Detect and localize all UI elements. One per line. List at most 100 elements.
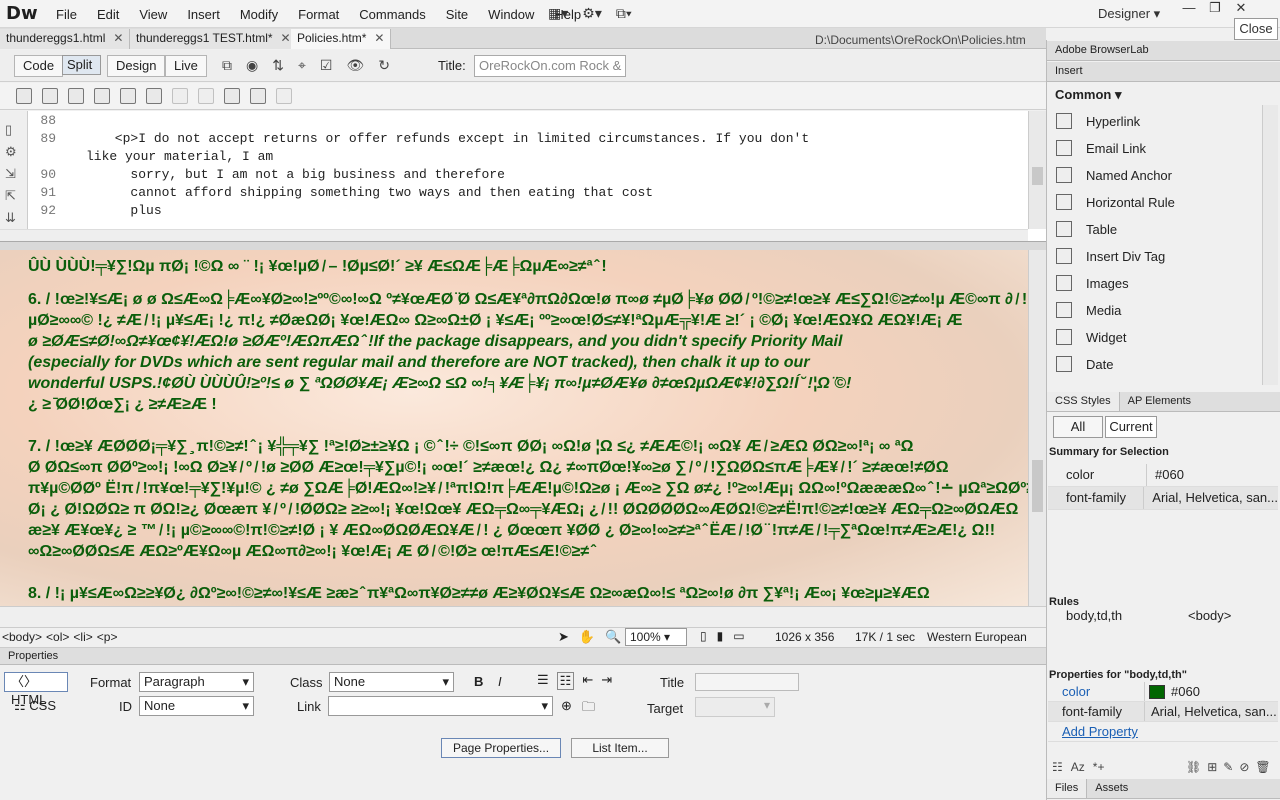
tag-ol[interactable]: <ol> [46,630,69,644]
page-properties-button[interactable]: Page Properties... [441,738,561,758]
assets-tab[interactable]: Assets [1087,779,1136,798]
close-tab-icon[interactable]: ✕ [374,31,384,45]
new-document-icon[interactable] [16,88,32,104]
multiscreen-icon[interactable]: ⧉ [222,57,232,74]
bold-button[interactable]: B [474,674,483,689]
outdent-icon[interactable]: ⇤ [582,672,593,690]
more-tools-icon[interactable]: ⇊ [5,207,27,229]
extensions-icon[interactable]: ⧉▾ [616,5,632,22]
insert-horizontal-rule[interactable]: Horizontal Rule [1056,190,1175,214]
css-mode-button[interactable]: ⚏ CSS [14,698,56,714]
target-select[interactable]: ▾ [695,697,775,717]
id-select[interactable]: None ▾ [139,696,254,716]
open-documents-icon[interactable]: ▯ [5,119,27,141]
menu-insert[interactable]: Insert [177,7,230,22]
italic-button[interactable]: I [498,674,502,689]
delete-icon[interactable]: 🗑 [1255,760,1270,774]
design-view-button[interactable]: Design [107,55,166,77]
mobile-size-icon[interactable]: ▯ [700,629,707,643]
insert-media[interactable]: Media [1056,298,1121,322]
insert-named-anchor[interactable]: Named Anchor [1056,163,1172,187]
code-view-button[interactable]: Code [14,55,64,77]
design-hscrollbar[interactable] [0,606,1046,627]
new-rule-icon[interactable]: ⊞ [1207,760,1217,774]
css-styles-tab[interactable]: CSS Styles [1047,392,1120,411]
insert-scrollbar[interactable] [1262,105,1278,385]
current-mode-button[interactable]: Current [1105,416,1157,438]
collapse-selection-icon[interactable]: ⇲ [5,163,27,185]
close-icon[interactable]: ✕ [1228,0,1254,18]
desktop-size-icon[interactable]: ▭ [733,629,744,643]
category-view-icon[interactable]: ☷ [1052,760,1063,774]
tag-body[interactable]: <body> [2,630,42,644]
menu-view[interactable]: View [129,7,177,22]
insert-images[interactable]: Images [1056,271,1129,295]
menu-commands[interactable]: Commands [349,7,435,22]
collapse-tag-icon[interactable]: ⚙ [5,141,27,163]
insert-date[interactable]: Date [1056,352,1113,376]
split-view-button[interactable]: Split [62,55,102,75]
code-scrollbar[interactable] [1028,111,1046,229]
tab-policies[interactable]: Policies.htm* ✕ [291,29,392,49]
indent-icon[interactable]: ⇥ [601,672,612,690]
insert-category-select[interactable]: Common ▾ [1055,87,1121,103]
link-input[interactable]: ▾ [328,696,553,716]
menu-site[interactable]: Site [436,7,478,22]
color-swatch[interactable] [1149,684,1165,699]
edit-rule-icon[interactable]: ✎ [1223,760,1233,774]
disable-icon[interactable]: ⊘ [1239,760,1249,774]
page-title-input[interactable]: OreRockOn.com Rock & D [474,55,626,77]
insert-table[interactable]: Table [1056,217,1117,241]
live-view-button[interactable]: Live [165,55,207,77]
menu-modify[interactable]: Modify [230,7,288,22]
set-properties-icon[interactable]: *+ [1093,760,1105,774]
expand-all-icon[interactable]: ⇱ [5,185,27,207]
ordered-list-icon[interactable]: ☷ [556,672,575,690]
open-icon[interactable] [42,88,58,104]
html-mode-button[interactable]: 〈〉 HTML [4,672,68,707]
add-property-link[interactable]: Add Property [1048,722,1138,741]
format-select[interactable]: Paragraph ▾ [139,672,254,692]
minimize-icon[interactable]: — [1176,0,1202,18]
rules-row[interactable]: body,td,th <body> [1048,608,1278,628]
insert-hyperlink[interactable]: Hyperlink [1056,109,1140,133]
file-management-icon[interactable]: ⇅ [272,57,284,74]
summary-row[interactable]: color #060 [1048,464,1278,487]
insert-tab[interactable]: Insert [1055,65,1083,77]
insert-div-tag[interactable]: Insert Div Tag [1056,244,1165,268]
css-property-row[interactable]: font-family Arial, Helvetica, san... [1048,702,1278,722]
unordered-list-icon[interactable]: ☰ [537,672,549,690]
refresh-icon[interactable]: ↻ [378,57,390,74]
inspect-icon[interactable]: ⌖ [298,57,306,74]
workspace-switcher[interactable]: Designer ▾ [1098,6,1160,22]
point-to-file-icon[interactable]: ⊕ [561,698,572,714]
split-divider[interactable] [0,242,1046,250]
copy-icon[interactable] [198,88,214,104]
close-tab-icon[interactable]: ✕ [281,31,291,45]
tag-p[interactable]: <p> [97,630,118,644]
close-tab-icon[interactable]: ✕ [113,31,123,45]
title-field[interactable] [695,673,799,691]
design-scrollbar[interactable] [1028,250,1046,606]
add-property-row[interactable]: Add Property [1048,722,1278,742]
browse-bridge-icon[interactable] [68,88,84,104]
redo-icon[interactable] [276,88,292,104]
zoom-select[interactable]: 100% ▾ [625,628,687,646]
save-all-icon[interactable] [120,88,136,104]
tab-thundereggs1[interactable]: thundereggs1.html ✕ [0,29,131,49]
all-mode-button[interactable]: All [1053,416,1103,438]
tab-thundereggs1-test[interactable]: thundereggs1 TEST.html* ✕ [130,29,298,49]
css-property-row[interactable]: color #060 [1048,682,1278,702]
window-size[interactable]: 1026 x 356 [775,630,834,644]
list-item-button[interactable]: List Item... [571,738,669,758]
alpha-view-icon[interactable]: Az [1071,760,1085,774]
summary-row[interactable]: font-family Arial, Helvetica, san... [1048,487,1278,510]
menu-edit[interactable]: Edit [87,7,129,22]
pointer-icon[interactable]: ➤ [558,629,569,645]
menu-file[interactable]: File [46,7,87,22]
design-view[interactable]: ÛÙ ÙÙÙ!╤¥∑!Ωµ πØ¡ !©Ω ∞ ¨ !¡ ¥œ!µØ ̸ – !… [0,250,1028,606]
code-hscrollbar[interactable] [0,229,1028,241]
tag-li[interactable]: <li> [73,630,92,644]
print-icon[interactable] [146,88,162,104]
check-page-icon[interactable]: ☑ [320,57,333,74]
